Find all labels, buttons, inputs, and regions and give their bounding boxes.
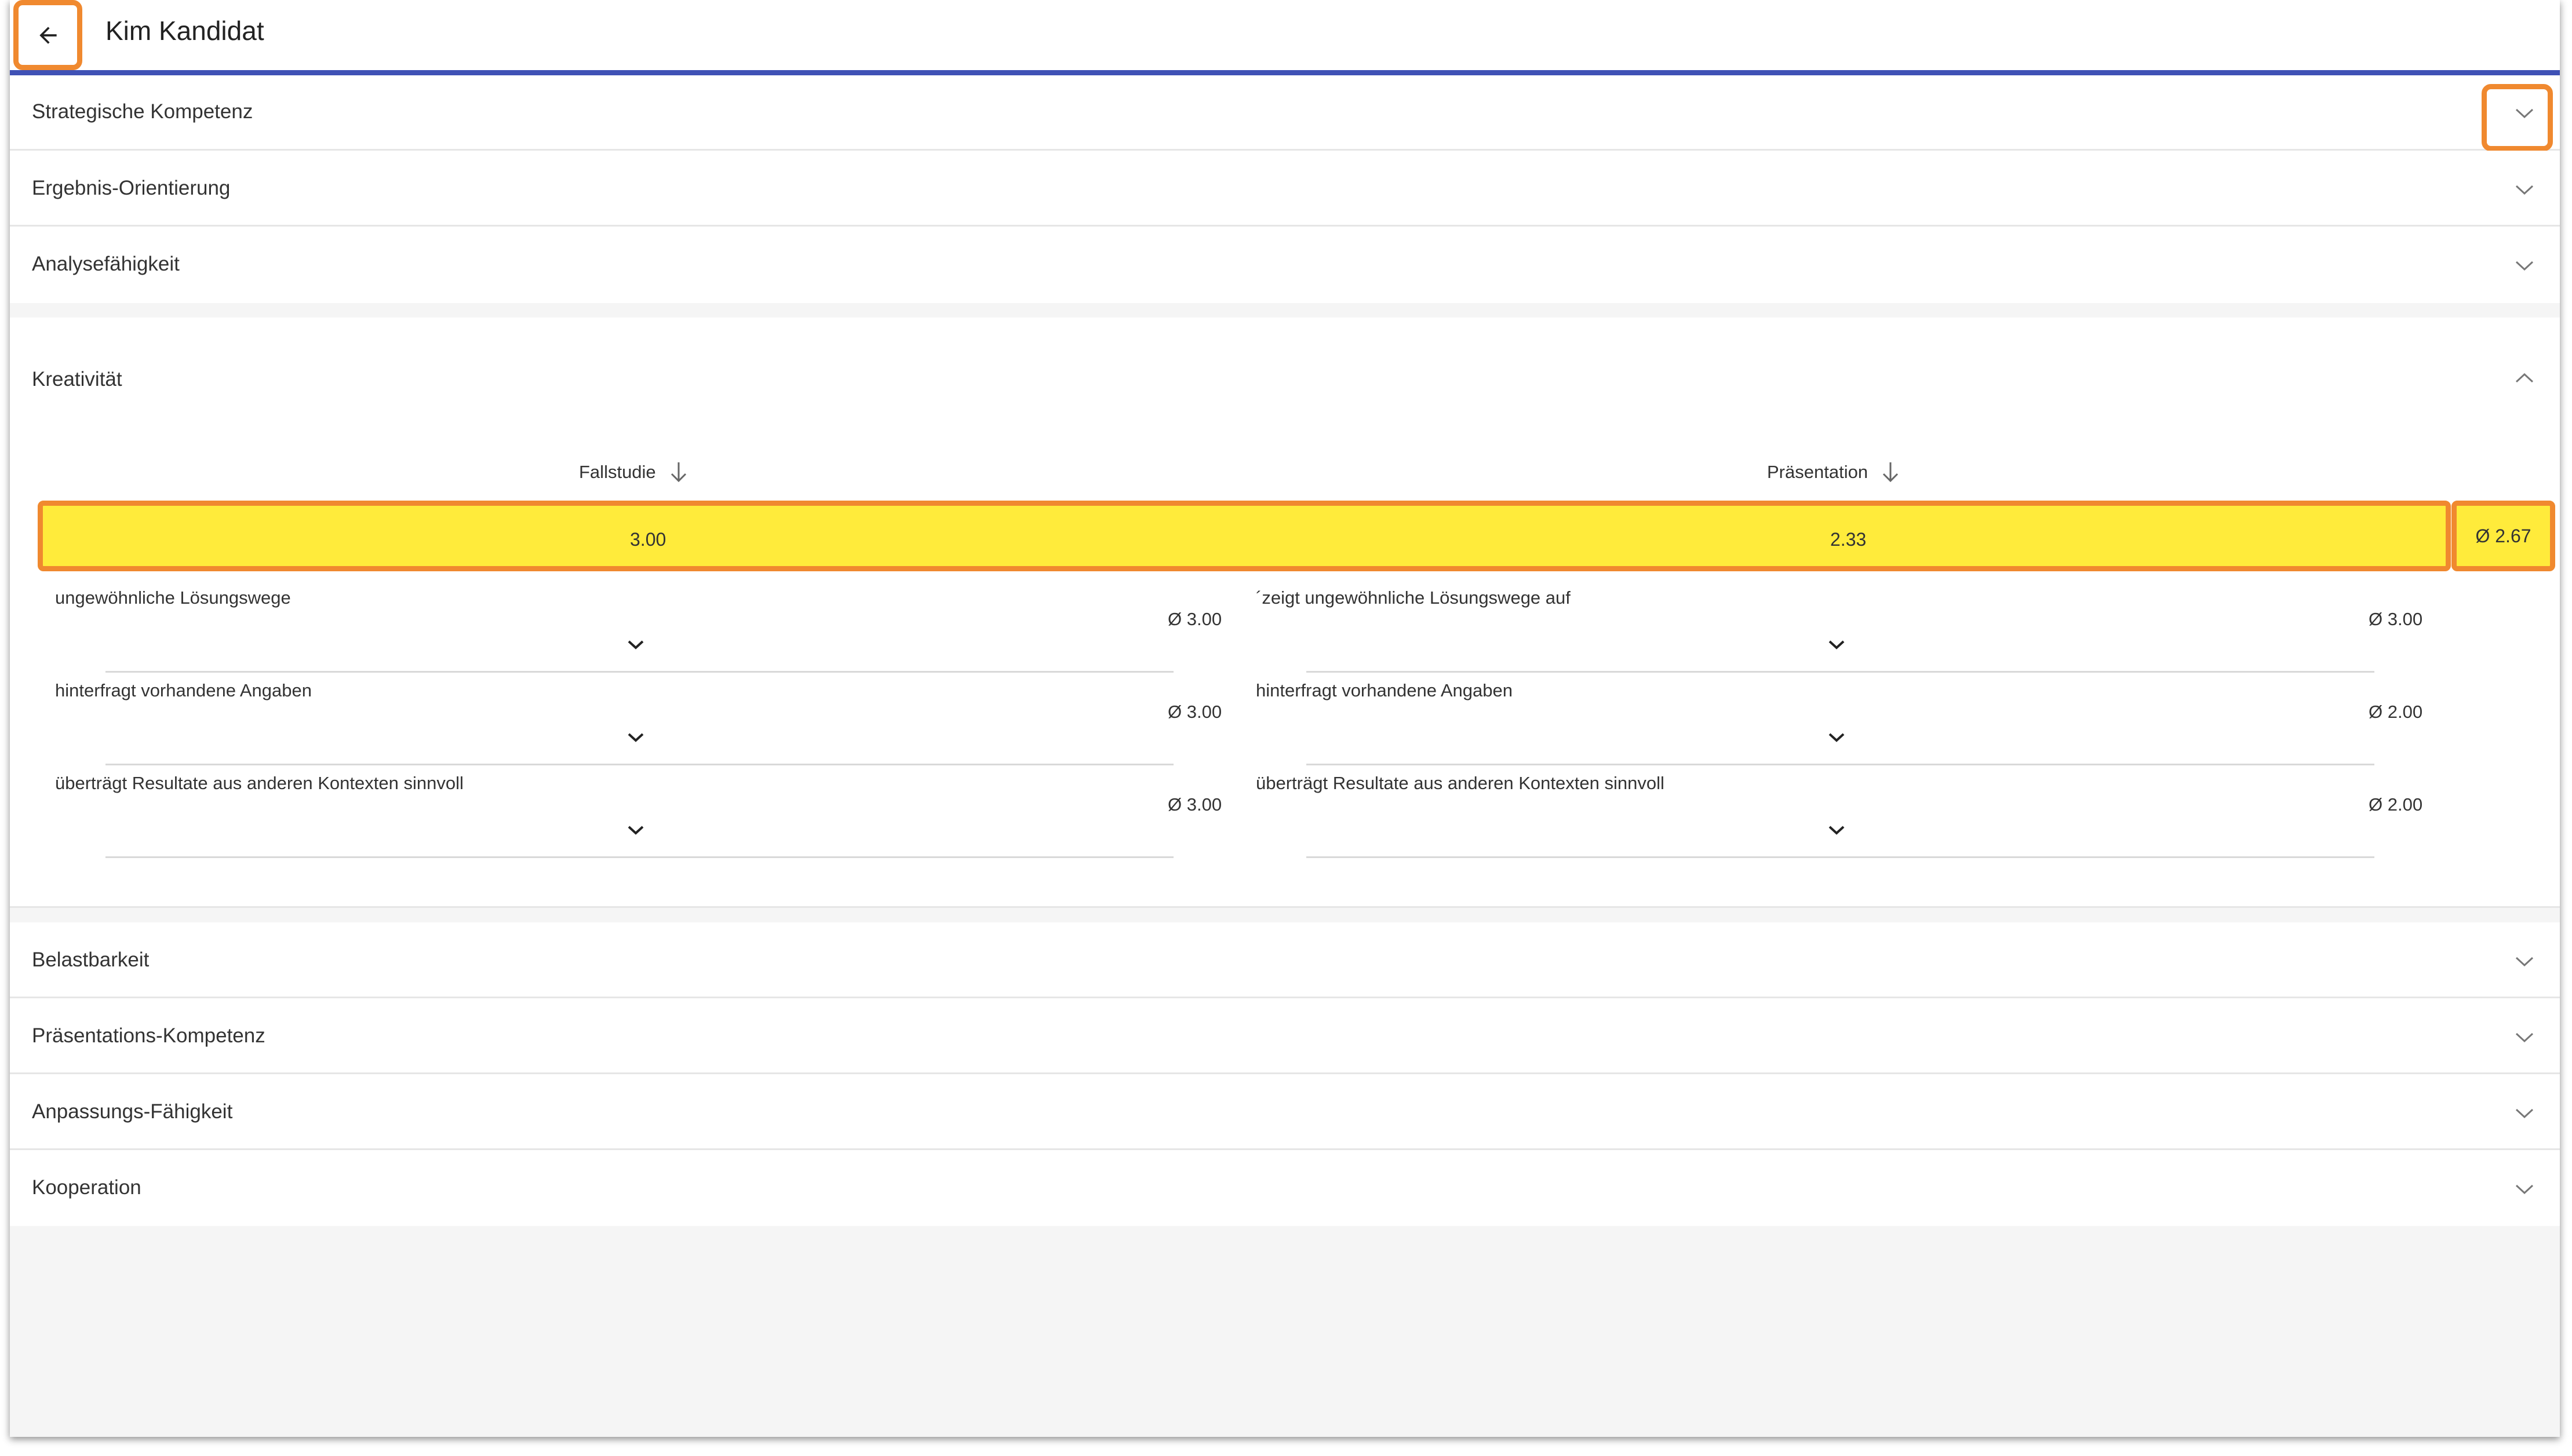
rating-select[interactable] [1306,808,2374,858]
chevron-up-icon[interactable] [2515,372,2534,384]
criterion-row: ´zeigt ungewöhnliche Lösungswege auf Ø 3… [1256,587,2456,674]
column-header-label: Fallstudie [579,462,656,482]
panel-title: Analysefähigkeit [32,253,180,275]
chevron-down-icon [2515,1108,2534,1119]
panel-anpassungs-faehigkeit[interactable]: Anpassungs-Fähigkeit [10,1074,2560,1150]
criterion-average: Ø 2.00 [2369,794,2423,815]
score-fallstudie: 3.00 [630,529,666,550]
chevron-down-icon [628,826,644,835]
criterion-row: ungewöhnliche Lösungswege Ø 3.00 [55,587,1255,674]
chevron-down-icon [628,640,644,649]
panel-ergebnis-orientierung[interactable]: Ergebnis-Orientierung [10,151,2560,227]
criterion-label: hinterfragt vorhandene Angaben [55,680,312,700]
chevron-down-icon [1828,733,1845,742]
criterion-label: ´zeigt ungewöhnliche Lösungswege auf [1256,587,1571,608]
criterion-row: überträgt Resultate aus anderen Kontexte… [1256,773,2456,860]
chevron-down-icon [2515,957,2534,967]
panel-title[interactable]: Kreativität [32,368,122,391]
criterion-average: Ø 3.00 [1168,609,1222,629]
chevron-down-icon [2515,261,2534,271]
panel-title: Ergebnis-Orientierung [32,177,231,199]
criterion-row: überträgt Resultate aus anderen Kontexte… [55,773,1255,860]
page-title: Kim Kandidat [105,16,264,46]
chevron-down-icon [2515,108,2534,119]
column-header-label: Präsentation [1767,462,1868,482]
rating-select[interactable] [1306,715,2374,765]
chevron-down-icon [1828,640,1845,649]
top-bar: Kim Kandidat [10,0,2560,75]
criterion-average: Ø 3.00 [2369,609,2423,629]
panel-title: Strategische Kompetenz [32,100,253,123]
panel-strategische-kompetenz[interactable]: Strategische Kompetenz [10,75,2560,151]
criterion-average: Ø 3.00 [1168,702,1222,722]
score-row[interactable]: 3.00 2.33 [38,501,2451,571]
chevron-down-icon [1828,826,1845,835]
panel-title: Anpassungs-Fähigkeit [32,1100,233,1123]
rating-select[interactable] [1306,622,2374,673]
column-header-praesentation[interactable]: Präsentation [1767,461,1900,484]
criterion-label: hinterfragt vorhandene Angaben [1256,680,1513,700]
criterion-average: Ø 2.00 [2369,702,2423,722]
panel-analysefaehigkeit[interactable]: Analysefähigkeit [10,227,2560,303]
criterion-label: überträgt Resultate aus anderen Kontexte… [55,773,464,793]
criterion-label: überträgt Resultate aus anderen Kontexte… [1256,773,1664,793]
criterion-label: ungewöhnliche Lösungswege [55,587,291,608]
panel-title: Belastbarkeit [32,948,150,971]
score-praesentation: 2.33 [1830,529,1867,550]
panel-title: Kooperation [32,1176,141,1199]
app-window: Kim Kandidat Strategische Kompetenz Erge… [10,0,2560,1437]
chevron-down-icon [2515,1032,2534,1043]
overall-average[interactable]: Ø 2.67 [2451,501,2555,571]
sort-arrow-down-icon [1883,462,1899,483]
chevron-down-icon [628,733,644,742]
rating-select[interactable] [105,622,1174,673]
criterion-row: hinterfragt vorhandene Angaben Ø 3.00 [55,680,1255,767]
back-button[interactable] [13,0,82,70]
panel-kooperation[interactable]: Kooperation [10,1150,2560,1226]
sort-arrow-down-icon [671,462,686,483]
arrow-left-icon [39,26,57,44]
panel-praesentations-kompetenz[interactable]: Präsentations-Kompetenz [10,998,2560,1074]
panel-belastbarkeit[interactable]: Belastbarkeit [10,922,2560,998]
column-header-fallstudie[interactable]: Fallstudie [579,461,688,484]
rating-select[interactable] [105,808,1174,858]
rating-select[interactable] [105,715,1174,765]
criterion-average: Ø 3.00 [1168,794,1222,815]
chevron-down-icon [2515,1184,2534,1195]
criterion-row: hinterfragt vorhandene Angaben Ø 2.00 [1256,680,2456,767]
chevron-down-icon [2515,185,2534,195]
panel-title: Präsentations-Kompetenz [32,1024,265,1047]
